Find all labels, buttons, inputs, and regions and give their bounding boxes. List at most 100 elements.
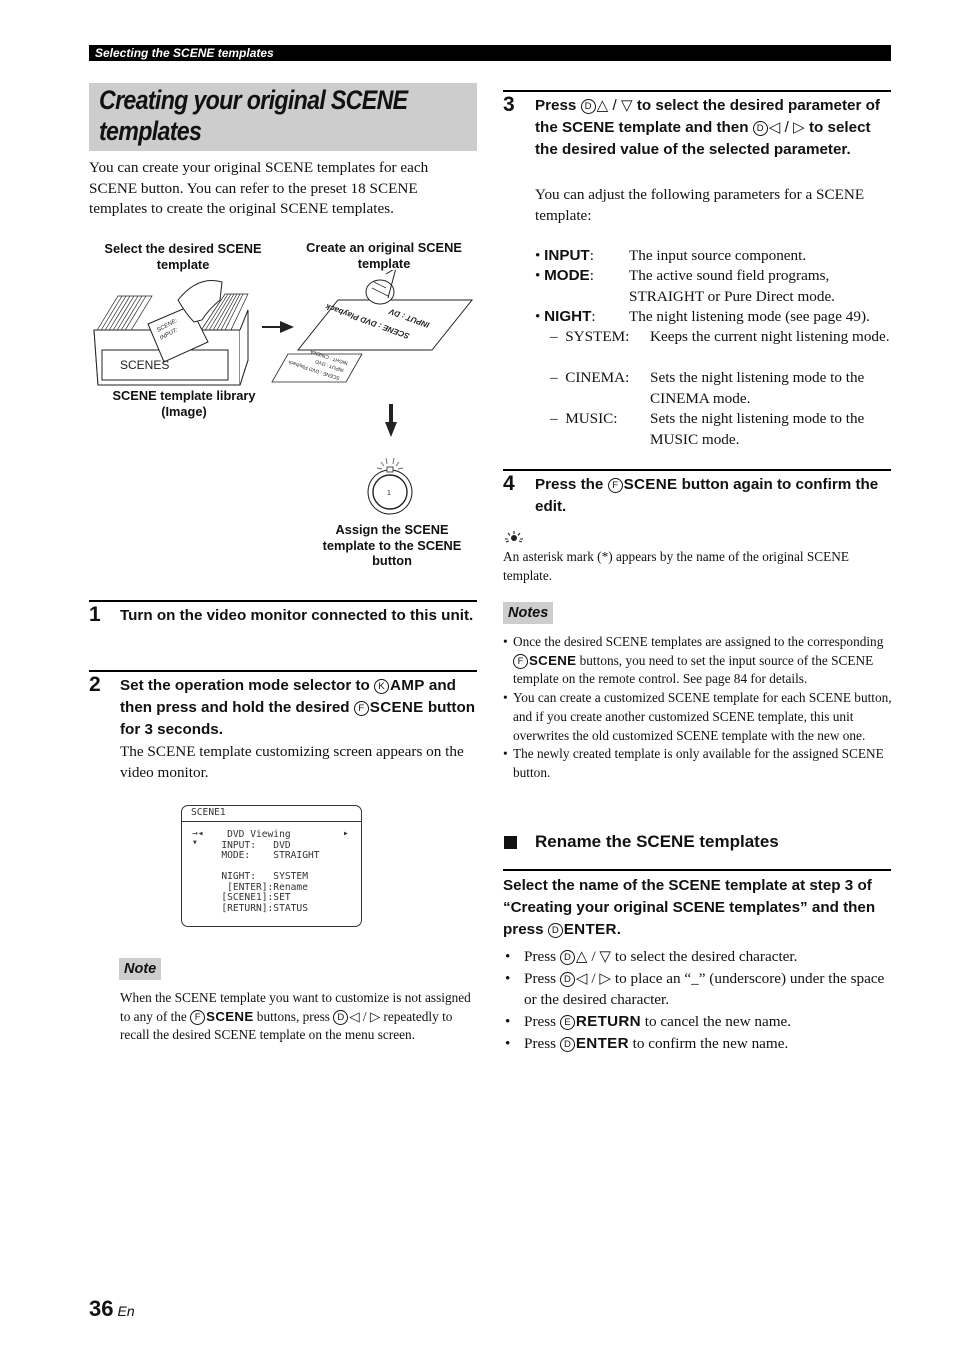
step-1-text: Turn on the video monitor connected to t…	[120, 607, 474, 624]
step-2-body: The SCENE template customizing screen ap…	[120, 743, 464, 781]
page-footer: 36 En	[89, 1296, 135, 1322]
scene-key-label: SCENE	[529, 652, 577, 668]
key-f-circle-icon: F	[513, 653, 528, 669]
key-d-circle-icon: D	[559, 950, 575, 965]
bullet: •	[535, 247, 545, 264]
step-2-text-a: Set the operation mode selector to	[120, 677, 375, 694]
key-f-circle-icon: F	[353, 701, 369, 716]
step-3-rule	[503, 90, 891, 92]
osd-line-1: DVD Viewing	[204, 829, 291, 840]
key-e-circle-icon: E	[559, 1015, 575, 1031]
notes-item: You can create a customized SCENE templa…	[503, 689, 895, 745]
tip-text: An asterisk mark (*) appears by the name…	[503, 549, 849, 583]
osd-nav-right-icon: ▸	[343, 828, 349, 839]
night-option-system-desc: Keeps the current night listening mode.	[650, 328, 890, 345]
step-2-text: Set the operation mode selector to K AMP …	[120, 675, 478, 741]
scene-button-illustration	[367, 457, 413, 515]
parameter-night-desc: The night listening mode (see page 49).	[629, 308, 870, 325]
section-square-icon	[504, 836, 517, 849]
step-4-number: 4	[503, 472, 515, 495]
step-3-number: 3	[503, 93, 515, 116]
osd-line-5: NIGHT: SYSTEM	[204, 871, 308, 882]
writing-hand-illustration	[365, 270, 396, 305]
night-option-name: MUSIC:	[565, 410, 618, 427]
scene-button-number: 1	[387, 490, 391, 497]
rename-bullet: Press D△ / ▽ to select the desired chara…	[505, 946, 895, 968]
notes-item: Once the desired SCENE templates are ass…	[503, 633, 895, 689]
scene-key-label: SCENE	[369, 699, 424, 716]
page-title: Creating your original SCENE templates	[99, 85, 408, 146]
rename-bullet-text: to cancel the new name.	[640, 1013, 792, 1031]
step-3-text-a: Press	[535, 97, 581, 114]
osd-line-8: [RETURN]:STATUS	[204, 902, 308, 914]
night-option-name: SYSTEM:	[565, 328, 630, 345]
left-right-arrows-icon: ◁ / ▷	[349, 1008, 381, 1024]
notes-item-text: Once the desired SCENE templates are ass…	[513, 634, 884, 649]
rename-rule	[503, 869, 891, 871]
tip-lightbulb-icon	[505, 531, 523, 543]
parameter-mode: • MODE:	[535, 267, 594, 284]
key-f-circle-icon: F	[190, 1009, 206, 1025]
notes-item-text: You can create a customized SCENE templa…	[513, 690, 892, 743]
step-1-rule	[89, 600, 477, 602]
night-option-music: – MUSIC:	[550, 410, 618, 427]
night-option-cinema: – CINEMA:	[550, 369, 630, 386]
rename-bullets: Press D△ / ▽ to select the desired chara…	[505, 946, 895, 1055]
osd-title: SCENE1	[191, 807, 226, 818]
rename-bullet: Press DENTER to confirm the new name.	[505, 1033, 895, 1055]
amp-key-label: AMP	[390, 677, 425, 694]
page-language: En	[117, 1303, 135, 1319]
night-option-cinema-desc: Sets the night listening mode to the CIN…	[650, 369, 865, 407]
bullet: •	[535, 308, 545, 325]
rename-bullet-text: Press	[524, 969, 560, 987]
enter-key-label: ENTER	[563, 921, 617, 938]
rename-heading: Rename the SCENE templates	[535, 832, 779, 851]
osd-title-bar: SCENE1	[182, 806, 361, 822]
key-f-circle-icon: F	[607, 478, 623, 493]
step-2-rule	[89, 670, 477, 672]
scene-diagram: SCENES SCENE: INPUT: SCENE : DVD Playbac…	[93, 270, 474, 515]
up-down-arrows-icon: △ / ▽	[575, 948, 612, 965]
notes-item: The newly created template is only avail…	[503, 745, 895, 782]
step-4-rule	[503, 469, 891, 471]
step-2-number: 2	[89, 673, 101, 696]
night-option-system: – SYSTEM:	[550, 328, 630, 345]
return-key-label: RETURN	[575, 1013, 641, 1031]
rename-instruction-end: .	[616, 921, 621, 938]
parameter-input-desc: The input source component.	[629, 247, 807, 264]
rename-bullet-text: to confirm the new name.	[628, 1034, 789, 1052]
arrow-right-icon	[262, 321, 294, 333]
key-k-circle-icon: K	[374, 679, 390, 694]
step-3-text: Press D △ / ▽ to select the desired param…	[535, 95, 895, 161]
diagram-label-assign: Assign the SCENE template to the SCENE b…	[322, 522, 462, 568]
parameter-name: NIGHT	[544, 308, 592, 325]
notes-tag-box: Notes	[503, 602, 554, 624]
note-text-b: buttons, press	[253, 1008, 334, 1024]
parameter-input: • INPUT:	[535, 247, 594, 264]
notes-list: Once the desired SCENE templates are ass…	[503, 633, 895, 783]
osd-line-3: MODE: STRAIGHT	[204, 850, 320, 861]
left-right-arrows-icon: ◁ / ▷	[575, 969, 612, 987]
step-4-text-a: Press the	[535, 476, 608, 493]
key-d-circle-icon: D	[580, 99, 596, 114]
left-right-arrows-icon: ◁ / ▷	[768, 119, 805, 136]
key-d-circle-icon: D	[559, 1036, 575, 1052]
key-d-circle-icon: D	[559, 971, 575, 987]
night-option-music-desc: Sets the night listening mode to the MUS…	[650, 410, 865, 448]
page-number: 36	[89, 1296, 114, 1321]
scene-key-label: SCENE	[206, 1008, 254, 1024]
rename-bullet: Press D◁ / ▷ to place an “_” (underscore…	[505, 968, 895, 1011]
note-tag-box: Note	[119, 958, 162, 980]
notes-tag: Notes	[503, 602, 554, 624]
step-1-number: 1	[89, 603, 101, 626]
step-4-text: Press the F SCENE button again to confirm…	[535, 474, 893, 518]
title-box: Creating your original SCENE templates	[89, 83, 477, 151]
parameter-mode-desc: The active sound field programs, STRAIGH…	[629, 267, 835, 305]
step-3-body: You can adjust the following parameters …	[535, 186, 865, 224]
key-d-circle-icon: D	[333, 1009, 349, 1025]
section-header-bar: Selecting the SCENE templates	[89, 45, 891, 61]
box-label: SCENES	[120, 358, 169, 372]
osd-line-7: [SCENE1]:SET	[204, 892, 291, 903]
bullet: •	[535, 267, 545, 284]
osd-nav-down-icon: ▾	[192, 837, 198, 848]
